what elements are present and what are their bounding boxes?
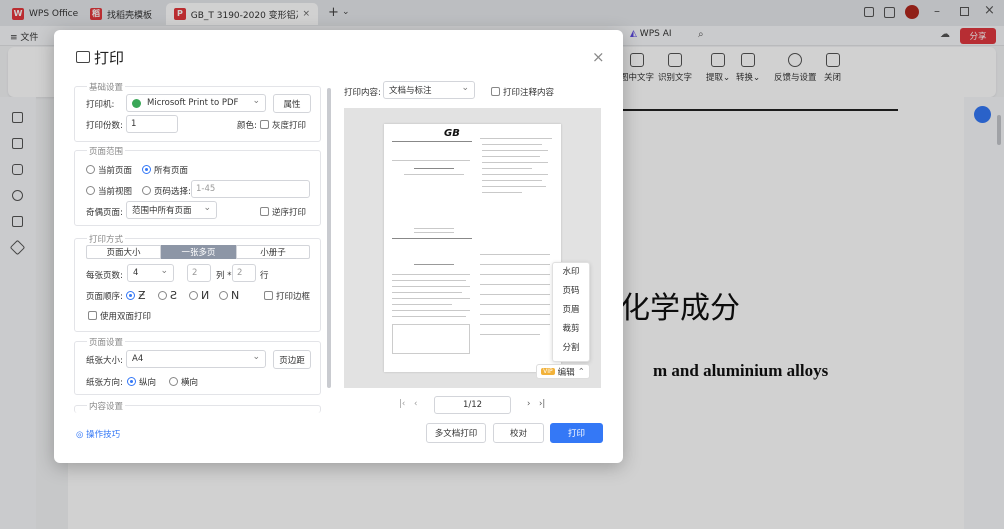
order-z-icon: Ƶ — [138, 289, 146, 302]
edit-button[interactable]: VIP 编辑 ⌃ — [536, 364, 590, 379]
print-content-select[interactable]: 文档与标注 — [383, 81, 475, 99]
pages-per-sheet-label: 每张页数: — [86, 271, 123, 281]
rows-label: 行 — [260, 271, 269, 281]
vip-badge: VIP — [541, 368, 555, 375]
print-annotations-checkbox[interactable]: 打印注释内容 — [491, 86, 554, 98]
proofread-button[interactable]: 校对 — [493, 423, 544, 443]
margins-button[interactable]: 页边距 — [273, 350, 311, 369]
current-page-radio[interactable]: 当前页面 — [86, 164, 132, 176]
menu-page-number[interactable]: 页码 — [553, 282, 589, 301]
printer-status-icon — [132, 98, 141, 108]
multi-doc-print-button[interactable]: 多文档打印 — [426, 423, 486, 443]
printer-select[interactable]: Microsoft Print to PDF — [126, 94, 266, 112]
last-page-icon[interactable]: ›| — [539, 399, 545, 409]
rows-input[interactable]: 2 — [232, 264, 256, 282]
printer-label: 打印机: — [86, 100, 115, 110]
order-z-radio[interactable]: Ƶ — [126, 289, 146, 302]
print-dialog: 打印 × 基础设置 打印机: Microsoft Print to PDF 属性… — [54, 30, 623, 463]
order-n-icon: И — [201, 289, 210, 302]
properties-button[interactable]: 属性 — [273, 94, 311, 113]
all-pages-radio[interactable]: 所有页面 — [142, 164, 188, 176]
prev-page-icon[interactable]: ‹ — [414, 399, 417, 409]
grayscale-checkbox[interactable]: 灰度打印 — [260, 119, 306, 131]
preview-table — [392, 324, 470, 354]
tab-multi-page[interactable]: 一张多页 — [161, 245, 236, 259]
copies-stepper[interactable]: 1 — [126, 115, 178, 133]
paper-size-label: 纸张大小: — [86, 356, 123, 366]
print-button[interactable]: 打印 — [550, 423, 603, 443]
order-rn-icon: N — [231, 289, 240, 302]
columns-label: 列 * — [216, 271, 232, 281]
odd-even-label: 奇偶页面: — [86, 208, 123, 218]
tips-icon: ◎ — [76, 430, 87, 440]
gb-logo: GB — [444, 128, 460, 139]
columns-input[interactable]: 2 — [187, 264, 211, 282]
duplex-checkbox[interactable]: 使用双面打印 — [88, 310, 151, 322]
next-page-icon[interactable]: › — [527, 399, 530, 409]
odd-even-select[interactable]: 范围中所有页面 — [126, 201, 217, 219]
current-view-radio[interactable]: 当前视图 — [86, 185, 132, 197]
chevron-up-icon: ⌃ — [577, 366, 585, 377]
page-number-input[interactable]: 1/12 — [434, 396, 511, 414]
order-rn-radio[interactable]: N — [219, 289, 239, 302]
edit-menu: 水印 页码 页眉 裁剪 分割 — [552, 262, 590, 362]
pages-per-sheet-select[interactable]: 4 — [127, 264, 174, 282]
menu-watermark[interactable]: 水印 — [553, 263, 589, 282]
landscape-radio[interactable]: 横向 — [169, 376, 198, 388]
portrait-radio[interactable]: 纵向 — [127, 376, 156, 388]
print-border-checkbox[interactable]: 打印边框 — [264, 290, 310, 302]
print-content-label: 打印内容: — [344, 88, 381, 98]
order-rz-radio[interactable]: Ƨ — [158, 289, 177, 302]
paper-size-select[interactable]: A4 — [126, 350, 266, 368]
copies-label: 打印份数: — [86, 121, 123, 131]
dialog-title: 打印 — [94, 49, 125, 67]
menu-header[interactable]: 页眉 — [553, 301, 589, 320]
orientation-label: 纸张方向: — [86, 378, 123, 388]
tips-link[interactable]: ◎ 操作技巧 — [76, 428, 120, 440]
preview-page: GB — [384, 124, 561, 372]
content-settings-section: 内容设置 — [74, 400, 321, 413]
reverse-checkbox[interactable]: 逆序打印 — [260, 206, 306, 218]
dialog-close-icon[interactable]: × — [592, 48, 605, 66]
settings-scrollbar[interactable] — [327, 88, 331, 388]
order-rz-icon: Ƨ — [170, 289, 177, 302]
page-order-label: 页面顺序: — [86, 292, 123, 302]
first-page-icon[interactable]: |‹ — [399, 399, 405, 409]
page-range-input[interactable]: 1-45 — [191, 180, 310, 198]
color-label: 颜色: — [237, 121, 257, 131]
print-preview: GB 水印 页码 页眉 裁剪 分割 VIP 编辑 ⌃ — [344, 108, 601, 388]
printer-icon — [76, 51, 90, 63]
menu-crop[interactable]: 裁剪 — [553, 320, 589, 339]
tab-page-size[interactable]: 页面大小 — [86, 245, 161, 259]
page-select-radio[interactable]: 页码选择: — [142, 185, 191, 197]
order-n-radio[interactable]: И — [189, 289, 209, 302]
menu-split[interactable]: 分割 — [553, 339, 589, 358]
tab-booklet[interactable]: 小册子 — [236, 245, 310, 259]
